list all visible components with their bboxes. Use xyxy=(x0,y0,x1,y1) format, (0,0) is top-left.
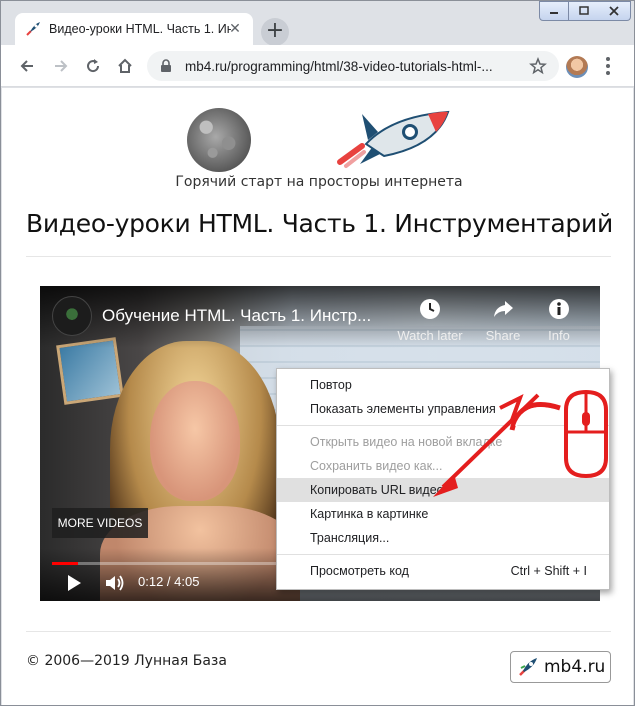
info-button[interactable]: Info xyxy=(524,298,594,343)
arrow-right-icon xyxy=(55,60,68,72)
tab-title: Видео-уроки HTML. Часть 1. Ин xyxy=(49,22,231,36)
info-label: Info xyxy=(548,328,570,343)
home-button[interactable] xyxy=(113,54,137,78)
star-icon[interactable] xyxy=(529,57,547,75)
reload-icon xyxy=(87,59,100,73)
more-videos-button[interactable]: MORE VIDEOS xyxy=(52,508,148,538)
watch-later-label: Watch later xyxy=(397,328,463,343)
video-time: 0:12 / 4:05 xyxy=(138,574,200,589)
browser-toolbar: mb4.ru/programming/html/38-video-tutoria… xyxy=(1,45,634,87)
tab-strip: Видео-уроки HTML. Часть 1. Ин ✕ + xyxy=(1,1,634,46)
context-menu-item[interactable]: Повтор xyxy=(277,373,609,397)
site-tagline: Горячий старт на просторы интернета xyxy=(175,174,463,190)
forward-button[interactable] xyxy=(49,54,73,78)
site-badge-link[interactable]: mb4.ru xyxy=(510,651,611,683)
context-menu-shortcut: Ctrl xyxy=(567,459,587,473)
address-bar[interactable]: mb4.ru/programming/html/38-video-tutoria… xyxy=(147,51,559,81)
clock-icon xyxy=(420,299,440,319)
badge-text: mb4.ru xyxy=(544,657,606,677)
tab-active[interactable]: Видео-уроки HTML. Часть 1. Ин ✕ xyxy=(15,13,253,45)
context-menu-item-label: Просмотреть код xyxy=(310,564,409,578)
context-menu-item-label: Повтор xyxy=(310,378,352,392)
watch-later-button[interactable]: Watch later xyxy=(395,298,465,343)
context-menu-shortcut: Ctrl + Shift + I xyxy=(510,564,587,578)
new-tab-button[interactable]: + xyxy=(261,18,289,46)
url-text: mb4.ru/programming/html/38-video-tutoria… xyxy=(185,58,493,74)
context-menu-item-label: Трансляция... xyxy=(310,531,390,545)
context-menu-item[interactable]: Копировать URL видео xyxy=(277,478,609,502)
home-icon xyxy=(118,58,132,73)
share-icon xyxy=(494,301,513,317)
video-title[interactable]: Обучение HTML. Часть 1. Инстр... xyxy=(102,306,371,326)
tab-close-icon[interactable]: ✕ xyxy=(227,21,243,37)
menu-separator xyxy=(277,425,609,426)
context-menu-item-label: Открыть видео на новой вкладке xyxy=(310,435,503,449)
maximize-button[interactable] xyxy=(569,1,599,21)
back-button[interactable] xyxy=(15,54,39,78)
reload-button[interactable] xyxy=(81,54,105,78)
rocket-badge-icon xyxy=(519,658,537,676)
browser-window: Видео-уроки HTML. Часть 1. Ин ✕ + mb4.ru… xyxy=(0,0,635,706)
divider xyxy=(26,631,611,632)
minimize-icon xyxy=(550,12,558,14)
profile-avatar[interactable] xyxy=(566,56,588,78)
video-progress-fill xyxy=(52,562,79,565)
close-icon xyxy=(608,6,619,16)
moon-logo-icon xyxy=(187,108,251,172)
lock-icon xyxy=(161,59,171,72)
maximize-icon xyxy=(578,6,589,15)
play-icon[interactable] xyxy=(64,573,84,593)
menu-kebab-icon[interactable] xyxy=(605,57,611,75)
context-menu-item-label: Копировать URL видео xyxy=(310,483,444,497)
window-close-button[interactable] xyxy=(597,1,631,21)
context-menu: Повтор Показать элементы управления Открыт… xyxy=(276,368,610,590)
page-title: Видео-уроки HTML. Часть 1. Инструментари… xyxy=(26,209,613,238)
context-menu-item-label: Сохранить видео как... xyxy=(310,459,443,473)
context-menu-item[interactable]: Картинка в картинке xyxy=(277,502,609,526)
volume-icon[interactable] xyxy=(104,573,126,593)
minimize-button[interactable] xyxy=(539,1,569,21)
footer-copyright: © 2006—2019 Лунная База xyxy=(26,653,227,669)
divider xyxy=(26,256,611,257)
menu-separator xyxy=(277,554,609,555)
context-menu-item[interactable]: Показать элементы управления xyxy=(277,397,609,421)
rocket-logo-icon xyxy=(337,110,450,168)
rocket-favicon-icon xyxy=(26,22,40,36)
channel-avatar[interactable] xyxy=(52,296,92,336)
info-icon xyxy=(549,299,569,319)
context-menu-item[interactable]: Просмотреть код Ctrl + Shift + I xyxy=(277,559,609,583)
context-menu-item: Сохранить видео как... Ctrl xyxy=(277,454,609,478)
context-menu-item: Открыть видео на новой вкладке xyxy=(277,430,609,454)
video-frame-person-face xyxy=(150,381,240,501)
arrow-left-icon xyxy=(20,60,33,72)
context-menu-item[interactable]: Трансляция... xyxy=(277,526,609,550)
context-menu-item-label: Показать элементы управления xyxy=(310,402,496,416)
context-menu-item-label: Картинка в картинке xyxy=(310,507,429,521)
